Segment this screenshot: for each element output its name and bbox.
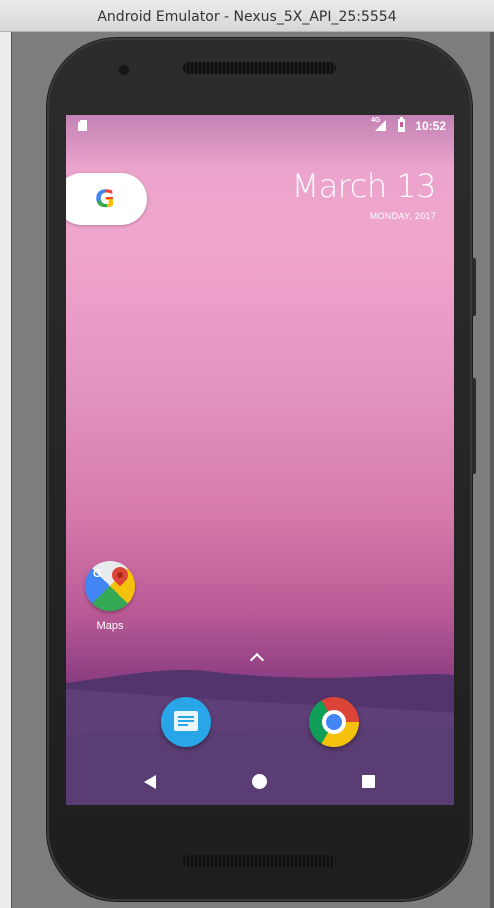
- recents-icon[interactable]: [362, 775, 375, 788]
- chrome-center-shape: [326, 714, 342, 730]
- front-camera-icon: [118, 64, 130, 76]
- volume-button[interactable]: [472, 378, 476, 474]
- top-speaker-grille: [183, 62, 336, 74]
- navigation-bar: [66, 758, 454, 805]
- phone-screen[interactable]: 4G 10:52 G March 13 MONDAY, 2017 G Maps: [66, 115, 454, 805]
- maps-g-mark: G: [93, 568, 102, 580]
- messages-icon[interactable]: [161, 697, 211, 747]
- window-title: Android Emulator - Nexus_5X_API_25:5554: [97, 9, 397, 25]
- signal-icon: [375, 120, 386, 131]
- google-maps-icon: G: [85, 561, 135, 611]
- sd-card-icon: [78, 120, 87, 131]
- map-pin-icon: [108, 563, 132, 587]
- google-logo-icon: G: [95, 185, 115, 213]
- home-icon[interactable]: [252, 774, 267, 789]
- app-label-maps: Maps: [96, 620, 124, 632]
- date-widget-weekday-year: MONDAY, 2017: [369, 211, 436, 221]
- status-bar[interactable]: 4G 10:52: [66, 115, 454, 139]
- chrome-icon[interactable]: [309, 697, 359, 747]
- date-widget-day[interactable]: March 13: [292, 167, 437, 205]
- back-icon[interactable]: [144, 775, 156, 789]
- message-bubble-shape: [174, 711, 198, 731]
- bottom-speaker-grille: [183, 855, 336, 867]
- google-search-widget[interactable]: G: [66, 173, 147, 225]
- power-button[interactable]: [472, 258, 476, 316]
- status-clock: 10:52: [415, 119, 446, 133]
- window-left-border: [0, 32, 12, 908]
- window-right-border: [490, 32, 494, 908]
- window-titlebar[interactable]: Android Emulator - Nexus_5X_API_25:5554: [0, 0, 494, 32]
- app-shortcut-maps[interactable]: G Maps: [84, 561, 136, 632]
- emulator-window: Android Emulator - Nexus_5X_API_25:5554 …: [0, 0, 494, 908]
- battery-icon: [398, 117, 405, 132]
